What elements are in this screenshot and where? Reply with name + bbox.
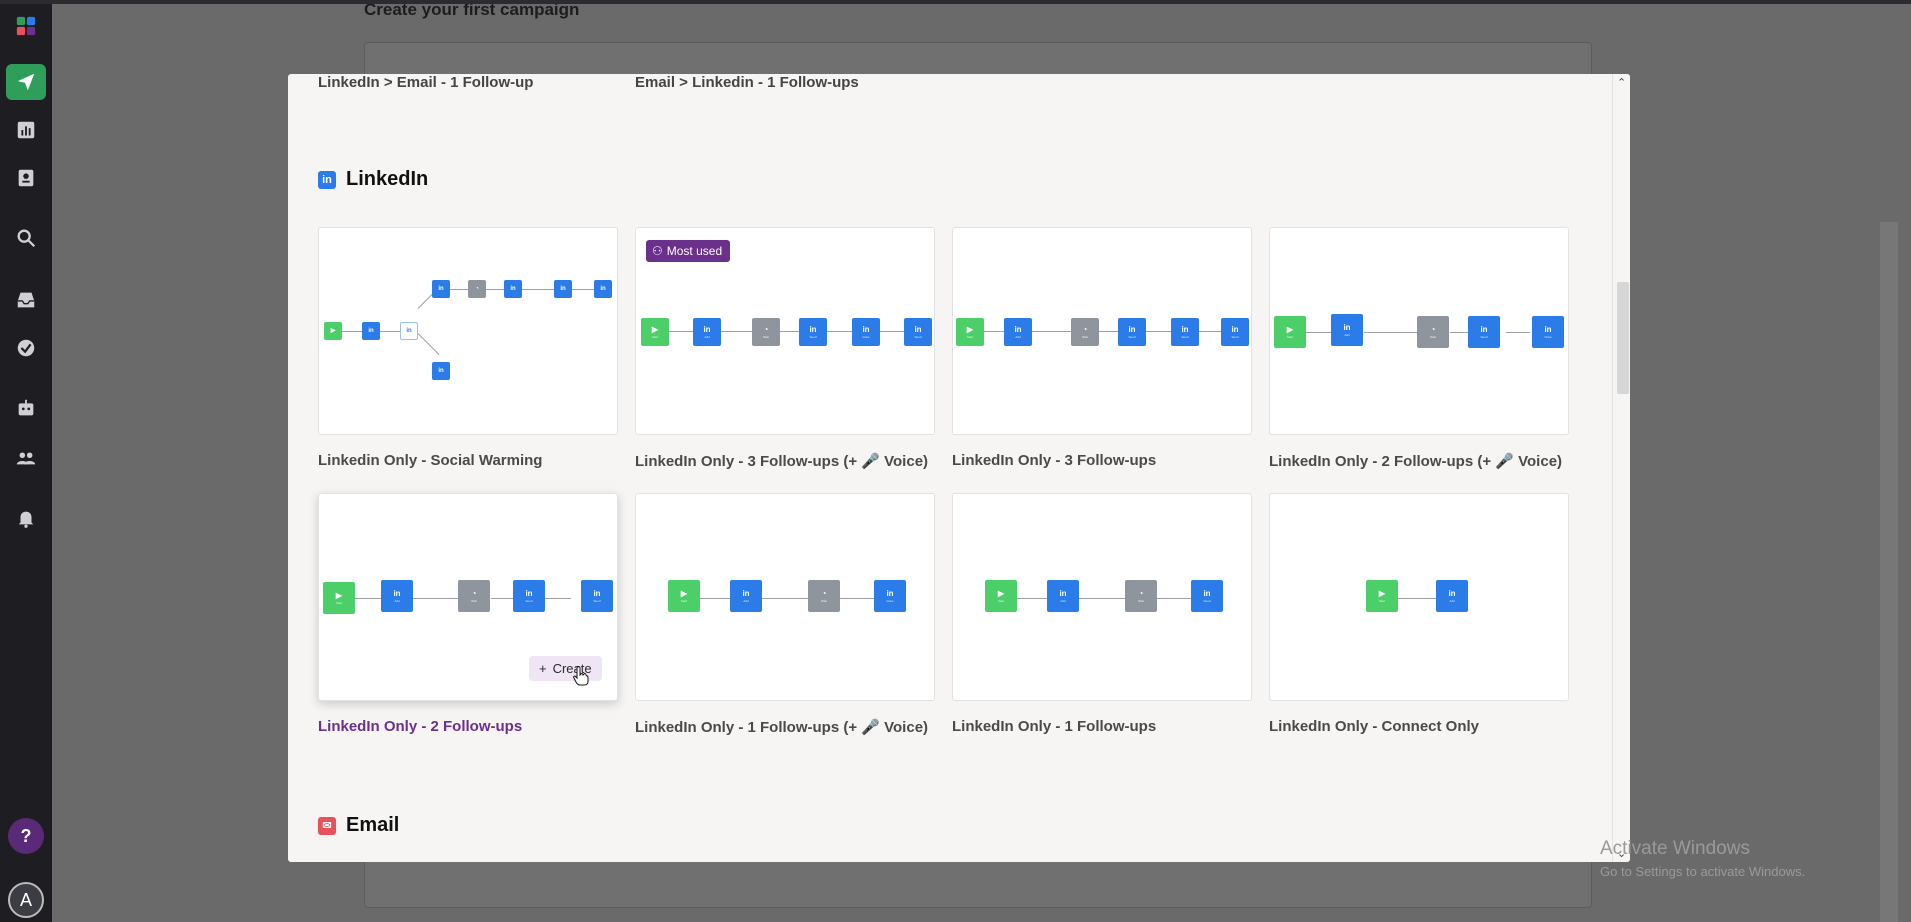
flow-preview: ▶ Start in Add ◔ Wait in Send in Send in Send [953, 228, 1251, 434]
create-button[interactable]: + Create [529, 656, 602, 681]
template-modal: LinkedIn > Email - 1 Follow-up Email > L… [288, 74, 1630, 862]
chevron-up-icon[interactable]: ⌃ [1617, 76, 1626, 89]
app-sidebar: ? A [0, 0, 1911, 922]
template-card-social-warming[interactable]: ▶ in in in ◔ in in in in [318, 227, 618, 435]
template-card-3-followups-voice[interactable]: ⚇ Most used ▶ Start in Add ◔ Wait in Send in V… [635, 227, 935, 435]
analytics-icon[interactable] [6, 112, 46, 148]
team-icon[interactable] [6, 440, 46, 476]
section-title: Email [346, 814, 400, 836]
tasks-icon[interactable] [6, 330, 46, 366]
template-card-1-followup[interactable]: ▶ Start in Add ◔ Wait in Send [952, 493, 1252, 701]
flow-preview: ▶ Start in Add ◔ Wait in Send [953, 494, 1251, 700]
hand-cursor-icon [573, 666, 589, 686]
app-logo-icon[interactable] [6, 8, 46, 44]
bell-icon[interactable] [6, 500, 46, 536]
avatar[interactable]: A [8, 882, 44, 918]
flow-preview: ▶ Start in Add [1270, 494, 1568, 700]
linkedin-section-header: in LinkedIn [318, 168, 428, 191]
flow-preview: ▶ in in in ◔ in in in in [319, 228, 617, 434]
flow-preview: ▶ Start in Add ◔ Wait in Voice [636, 494, 934, 700]
email-icon: ✉ [318, 816, 336, 835]
inbox-icon[interactable] [6, 282, 46, 318]
search-icon[interactable] [6, 220, 46, 256]
help-button[interactable]: ? [8, 818, 44, 854]
microphone-icon: 🎤 [861, 719, 880, 736]
template-card-connect-only[interactable]: ▶ Start in Add [1269, 493, 1569, 701]
card-label: LinkedIn Only - 3 Follow-ups (+ 🎤 Voice) [635, 453, 929, 470]
flow-preview: ▶ Start in Add ◔ Wait in Send in Voice in Send [636, 228, 934, 434]
previous-row-label-1[interactable]: LinkedIn > Email - 1 Follow-up [318, 74, 533, 91]
template-card-1-followup-voice[interactable]: ▶ Start in Add ◔ Wait in Voice [635, 493, 935, 701]
linkedin-icon: in [318, 170, 336, 189]
email-section-header: ✉ Email [318, 814, 399, 837]
windows-watermark: Activate Windows Go to Settings to activ… [1600, 838, 1805, 879]
section-title: LinkedIn [346, 168, 429, 190]
card-label: LinkedIn Only - Connect Only [1269, 718, 1480, 735]
contacts-icon[interactable] [6, 160, 46, 196]
campaigns-icon[interactable] [6, 64, 46, 100]
watermark-line-2: Go to Settings to activate Windows. [1600, 864, 1806, 879]
template-card-3-followups[interactable]: ▶ Start in Add ◔ Wait in Send in Send in Send [952, 227, 1252, 435]
card-label: LinkedIn Only - 2 Follow-ups (+ 🎤 Voice) [1269, 453, 1563, 470]
watermark-line-1: Activate Windows [1600, 838, 1750, 859]
modal-scrollbar[interactable]: ⌃ ⌄ [1612, 74, 1630, 862]
microphone-icon: 🎤 [861, 453, 880, 470]
template-card-2-followups-voice[interactable]: ▶ Start in Add ◔ Wait in Send in Voice [1269, 227, 1569, 435]
scrollbar-thumb[interactable] [1617, 282, 1629, 394]
microphone-icon: 🎤 [1495, 453, 1514, 470]
card-label: LinkedIn Only - 3 Follow-ups [952, 452, 1157, 469]
card-label: Linkedin Only - Social Warming [318, 452, 543, 469]
bot-icon[interactable] [6, 390, 46, 426]
card-label: LinkedIn Only - 1 Follow-ups [952, 718, 1157, 735]
top-stripe [0, 0, 1911, 4]
flow-preview: ▶ Start in Add ◔ Wait in Send in Voice [1270, 228, 1568, 434]
previous-row-label-2[interactable]: Email > Linkedin - 1 Follow-ups [635, 74, 859, 91]
plus-icon: + [539, 661, 547, 676]
card-label: LinkedIn Only - 1 Follow-ups (+ 🎤 Voice) [635, 719, 929, 736]
page-scrollbar[interactable] [1880, 222, 1898, 922]
card-label: LinkedIn Only - 2 Follow-ups [318, 718, 523, 735]
